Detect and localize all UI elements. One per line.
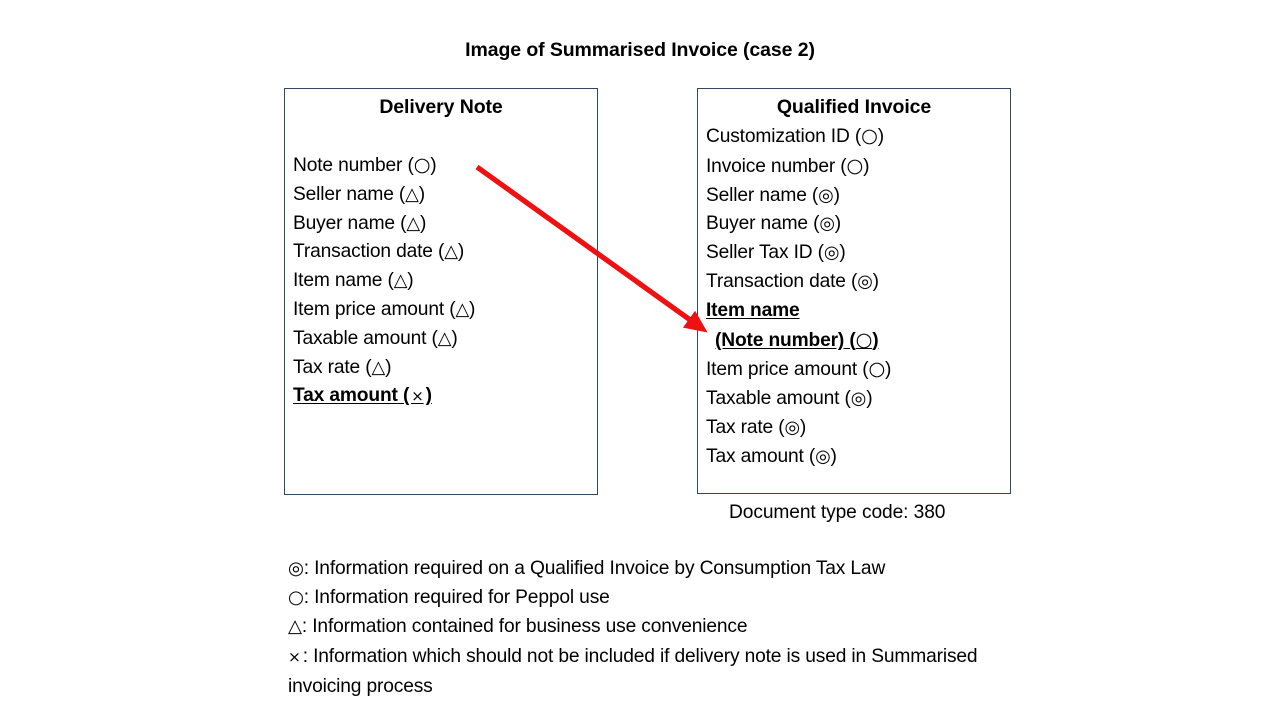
field-symbol-icon: × — [411, 387, 424, 406]
field-label: Seller Tax ID — [706, 242, 813, 264]
field-row: Tax rate (◎) — [706, 416, 807, 438]
field-symbol-icon: △ — [455, 298, 470, 320]
field-symbol-icon: ○ — [855, 327, 873, 351]
field-row: Item price amount (△) — [293, 298, 476, 320]
field-symbol-icon: ◎ — [850, 388, 867, 410]
legend: ◎: Information required on a Qualified I… — [288, 554, 1000, 701]
legend-symbol-icon: ○ — [288, 587, 304, 609]
field-label: Buyer name — [293, 212, 395, 234]
field-symbol-icon: ◎ — [857, 270, 873, 292]
field-row: Buyer name (△) — [293, 212, 427, 234]
field-label: Tax rate — [293, 356, 361, 378]
field-row: Customization ID (○) — [706, 124, 884, 147]
field-symbol-icon: ○ — [846, 153, 864, 177]
delivery-note-heading: Delivery Note — [379, 96, 503, 118]
field-symbol-icon: ○ — [413, 153, 431, 176]
field-row: Invoice number (○) — [706, 153, 870, 177]
field-row: Tax amount (×) — [293, 385, 432, 407]
field-row: Seller Tax ID (◎) — [706, 242, 846, 264]
field-symbol-icon: △ — [444, 241, 458, 263]
legend-text: : Information required on a Qualified In… — [303, 558, 886, 579]
legend-item: ○: Information required for Peppol use — [288, 583, 1000, 612]
legend-text: : Information which should not be includ… — [288, 645, 978, 697]
field-symbol-icon: ◎ — [784, 416, 800, 438]
field-label: Tax amount — [293, 385, 398, 407]
field-label: Tax amount — [706, 445, 804, 467]
field-row: Tax rate (△) — [293, 356, 392, 378]
legend-text: : Information contained for business use… — [301, 616, 748, 638]
document-type-code: Document type code: 380 — [729, 502, 946, 523]
field-label: Item price amount — [706, 359, 858, 381]
legend-text: : Information required for Peppol use — [303, 587, 610, 609]
field-label: Tax rate — [706, 416, 774, 438]
field-label: (Note number) — [715, 329, 845, 351]
field-symbol-icon: ◎ — [815, 445, 831, 467]
field-symbol-icon: ◎ — [818, 184, 834, 206]
diagram-canvas: Image of Summarised Invoice (case 2) Del… — [0, 0, 1280, 720]
field-label: Item price amount — [293, 298, 445, 320]
qualified-invoice-field-list: Customization ID (○) Invoice number (○) Se… — [706, 122, 1004, 472]
field-symbol-icon: △ — [405, 183, 419, 205]
field-row: Taxable amount (△) — [293, 327, 458, 349]
field-symbol-icon: ◎ — [823, 242, 840, 264]
field-label: Taxable amount — [293, 327, 427, 349]
legend-item: △: Information contained for business us… — [288, 612, 1000, 641]
field-row: Buyer name (◎) — [706, 213, 842, 235]
legend-symbol-icon: △ — [288, 616, 302, 638]
field-symbol-icon: ◎ — [819, 213, 835, 235]
legend-symbol-icon: ◎ — [288, 558, 304, 579]
field-row: Item price amount (○) — [706, 357, 892, 381]
field-row: Seller name (△) — [293, 183, 425, 205]
field-row: Item name (△) — [293, 270, 414, 292]
page-title: Image of Summarised Invoice (case 2) — [465, 39, 815, 61]
field-row: Note number (○) — [293, 153, 437, 176]
legend-symbol-icon: × — [288, 647, 301, 666]
field-label: Buyer name — [706, 213, 808, 235]
field-label: Item name — [293, 270, 383, 292]
field-label: Seller name — [706, 184, 807, 206]
field-row: Taxable amount (◎) — [706, 388, 873, 410]
qualified-invoice-heading: Qualified Invoice — [776, 96, 932, 118]
field-row: Tax amount (◎) — [706, 445, 837, 467]
field-row: Transaction date (△) — [293, 241, 465, 263]
delivery-note-field-list: Note number (○) Seller name (△) Buyer name… — [293, 151, 591, 411]
field-label: Invoice number — [706, 155, 836, 177]
field-label: Note number — [293, 155, 403, 176]
field-label: Item name — [706, 299, 800, 321]
field-label: Transaction date — [293, 241, 433, 263]
field-label: Transaction date — [706, 270, 846, 292]
field-symbol-icon: △ — [393, 270, 408, 292]
field-row: Item name — [706, 297, 1004, 326]
field-symbol-icon: △ — [437, 327, 452, 349]
field-row: Transaction date (◎) — [706, 270, 879, 292]
field-symbol-icon: ○ — [868, 357, 886, 381]
field-label: Seller name — [293, 183, 394, 205]
field-row: (Note number) (○) — [715, 327, 879, 351]
field-row: Seller name (◎) — [706, 184, 840, 206]
qualified-invoice-box: Qualified Invoice Customization ID (○) In… — [697, 88, 1011, 494]
field-symbol-icon: ○ — [861, 124, 878, 147]
field-symbol-icon: △ — [406, 212, 420, 234]
delivery-note-box: Delivery Note Note number (○) Seller name… — [284, 88, 598, 495]
legend-item: ◎: Information required on a Qualified I… — [288, 554, 1000, 583]
field-label: Customization ID — [706, 126, 850, 147]
field-symbol-icon: △ — [371, 356, 386, 378]
legend-item: ×: Information which should not be inclu… — [288, 642, 1000, 701]
field-label: Taxable amount — [706, 388, 840, 410]
